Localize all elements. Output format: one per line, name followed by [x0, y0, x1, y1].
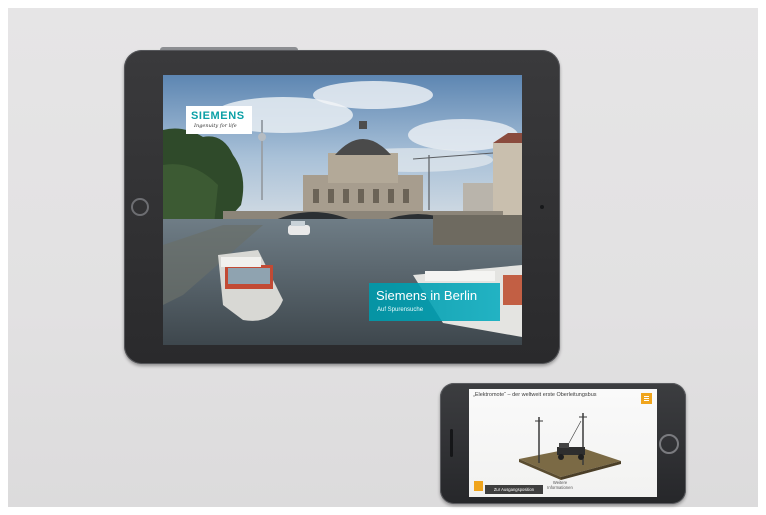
- app-title-card[interactable]: Siemens in Berlin Auf Spurensuche: [369, 283, 500, 321]
- tablet-camera: [540, 205, 544, 209]
- phone-device: „Elektromote“ – der weltweit erste Oberl…: [440, 383, 686, 504]
- phone-home-button[interactable]: [659, 434, 679, 454]
- more-info-link[interactable]: Weitere Informationen: [543, 480, 577, 490]
- reset-position-button[interactable]: Zur Ausgangsposition: [485, 485, 543, 494]
- siemens-logo: SIEMENS Ingenuity for life: [186, 106, 252, 134]
- info-icon[interactable]: [474, 481, 483, 491]
- tablet-home-button[interactable]: [131, 198, 149, 216]
- logo-tagline: Ingenuity for life: [194, 123, 237, 129]
- logo-wordmark: SIEMENS: [191, 110, 245, 122]
- phone-speaker: [450, 429, 453, 457]
- phone-screen: „Elektromote“ – der weltweit erste Oberl…: [469, 389, 657, 497]
- trolleybus-3d-model[interactable]: [509, 407, 629, 481]
- tablet-screen[interactable]: SIEMENS Ingenuity for life Siemens in Be…: [163, 75, 522, 345]
- app-title: Siemens in Berlin: [376, 288, 478, 303]
- tablet-device: SIEMENS Ingenuity for life Siemens in Be…: [124, 50, 560, 364]
- photo-background: SIEMENS Ingenuity for life Siemens in Be…: [8, 8, 758, 507]
- app-subtitle: Auf Spurensuche: [377, 307, 424, 313]
- exhibit-title: „Elektromote“ – der weltweit erste Oberl…: [473, 392, 597, 398]
- hamburger-menu-icon[interactable]: [641, 393, 652, 404]
